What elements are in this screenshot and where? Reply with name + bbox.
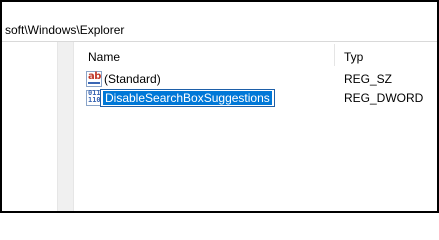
column-separator[interactable] bbox=[334, 44, 335, 66]
string-value-icon: ab bbox=[86, 71, 102, 87]
registry-editor-window: soft\Windows\Explorer Name Typ ab (Stand… bbox=[0, 0, 439, 213]
tree-scrollbar[interactable] bbox=[57, 42, 74, 211]
address-path[interactable]: soft\Windows\Explorer bbox=[5, 23, 124, 37]
key-tree-pane[interactable] bbox=[2, 42, 57, 211]
list-item[interactable]: ab (Standard) REG_SZ bbox=[78, 69, 437, 89]
column-header-name[interactable]: Name bbox=[88, 50, 120, 64]
value-type: REG_DWORD bbox=[344, 91, 424, 105]
address-bar[interactable]: soft\Windows\Explorer bbox=[2, 2, 437, 42]
rename-input[interactable]: DisableSearchBoxSuggestions bbox=[100, 89, 275, 107]
column-header-type[interactable]: Typ bbox=[344, 50, 363, 64]
values-list-pane: Name Typ ab (Standard) REG_SZ 011 110 Di… bbox=[78, 42, 437, 211]
rename-input-selected-text[interactable]: DisableSearchBoxSuggestions bbox=[103, 91, 272, 105]
value-name[interactable]: (Standard) bbox=[104, 72, 161, 86]
list-item-selected[interactable]: 011 110 DisableSearchBoxSuggestions REG_… bbox=[78, 88, 437, 108]
value-type: REG_SZ bbox=[344, 72, 393, 86]
column-header-row: Name Typ bbox=[78, 42, 437, 67]
string-value-icon-bar bbox=[88, 82, 100, 84]
string-value-icon-glyph: ab bbox=[88, 71, 101, 82]
